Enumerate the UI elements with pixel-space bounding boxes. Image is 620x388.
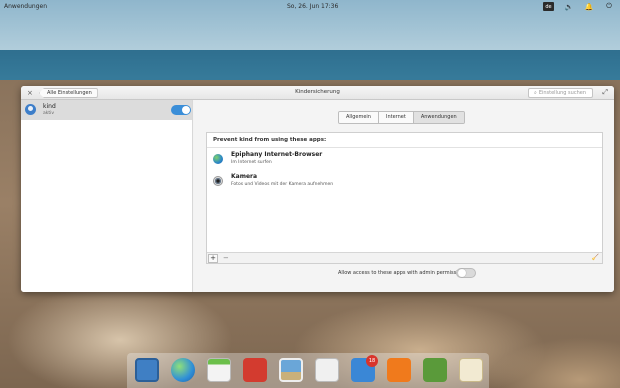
sidebar: kind aktiv bbox=[21, 100, 193, 292]
calendar-icon[interactable] bbox=[207, 358, 231, 382]
bell-icon[interactable]: 🔔 bbox=[584, 2, 594, 11]
system-tray: de 🔈 🔔 ⏻ bbox=[543, 2, 614, 11]
photos-icon[interactable] bbox=[279, 358, 303, 382]
ladybug-icon[interactable] bbox=[423, 358, 447, 382]
tab-allgemein[interactable]: Allgemein bbox=[339, 112, 379, 123]
appcenter-icon[interactable]: 18 bbox=[351, 355, 378, 382]
main-content: Allgemein Internet Anwendungen Prevent k… bbox=[194, 100, 614, 292]
remove-app-button[interactable]: − bbox=[223, 254, 229, 262]
user-name: kind bbox=[43, 103, 56, 110]
app-description: Im Internet surfen bbox=[231, 160, 272, 165]
videos-icon[interactable] bbox=[243, 358, 267, 382]
web-browser-icon[interactable] bbox=[171, 358, 195, 382]
blocked-apps-list: Prevent kind from using these apps: Epip… bbox=[206, 132, 603, 264]
clock[interactable]: So, 26. Jun 17:36 bbox=[287, 3, 338, 10]
list-item[interactable]: Kamera Fotos und Videos mit der Kamera a… bbox=[207, 170, 602, 192]
search-icon: ⌕ bbox=[534, 90, 537, 96]
window-title: Kindersicherung bbox=[295, 89, 340, 95]
multitasking-view-icon[interactable] bbox=[135, 358, 159, 382]
update-count-badge: 18 bbox=[366, 355, 378, 367]
admin-permission-toggle[interactable] bbox=[456, 268, 476, 278]
user-status: aktiv bbox=[43, 111, 55, 116]
user-enable-toggle[interactable] bbox=[171, 105, 191, 115]
dock: 18 bbox=[127, 353, 489, 388]
app-name: Kamera bbox=[231, 173, 258, 180]
tab-internet[interactable]: Internet bbox=[378, 112, 414, 123]
keyboard-icon[interactable]: de bbox=[543, 2, 554, 11]
applications-menu[interactable]: Anwendungen bbox=[4, 3, 47, 10]
app-description: Fotos und Videos mit der Kamera aufnehme… bbox=[231, 182, 334, 187]
titlebar: × Alle Einstellungen Kindersicherung ⌕ Ei… bbox=[21, 86, 614, 100]
list-toolbar: + − 🧹 bbox=[207, 252, 602, 263]
settings-window: × Alle Einstellungen Kindersicherung ⌕ Ei… bbox=[21, 86, 614, 292]
list-item[interactable]: Epiphany Internet-Browser Im Internet su… bbox=[207, 148, 602, 170]
add-app-button[interactable]: + bbox=[208, 254, 218, 263]
clear-list-icon[interactable]: 🧹 bbox=[592, 254, 599, 261]
epiphany-icon bbox=[213, 154, 223, 164]
tab-anwendungen[interactable]: Anwendungen bbox=[413, 112, 464, 123]
volume-icon[interactable]: 🔈 bbox=[564, 2, 574, 11]
mail-icon[interactable] bbox=[459, 358, 483, 382]
admin-permission-label: Allow access to these apps with admin pe… bbox=[338, 270, 466, 276]
music-icon[interactable] bbox=[387, 358, 411, 382]
system-settings-icon[interactable] bbox=[315, 358, 339, 382]
list-header: Prevent kind from using these apps: bbox=[207, 133, 602, 148]
search-input[interactable]: ⌕ Einstellung suchen bbox=[528, 88, 593, 98]
camera-icon bbox=[213, 176, 223, 186]
sidebar-item-user[interactable]: kind aktiv bbox=[21, 100, 192, 120]
power-icon[interactable]: ⏻ bbox=[604, 2, 614, 11]
search-placeholder: Einstellung suchen bbox=[538, 90, 586, 96]
maximize-icon[interactable]: ⤢ bbox=[602, 88, 608, 97]
top-panel: Anwendungen So, 26. Jun 17:36 de 🔈 🔔 ⏻ bbox=[0, 0, 620, 14]
avatar bbox=[25, 104, 36, 115]
app-name: Epiphany Internet-Browser bbox=[231, 151, 323, 158]
tab-bar: Allgemein Internet Anwendungen bbox=[338, 111, 465, 124]
